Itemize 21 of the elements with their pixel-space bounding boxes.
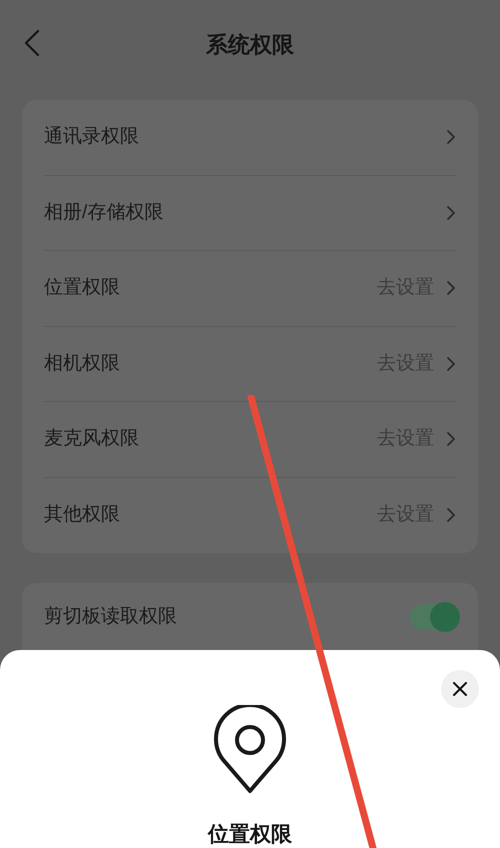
permission-label: 相机权限 <box>44 352 121 376</box>
close-icon <box>453 682 467 696</box>
chevron-right-icon <box>446 431 456 448</box>
page-title: 系统权限 <box>206 30 294 58</box>
permission-label: 位置权限 <box>44 276 121 300</box>
close-button[interactable] <box>441 670 479 708</box>
sheet-title: 位置权限 <box>208 823 292 847</box>
permission-row[interactable]: 通讯录权限 <box>44 100 456 176</box>
clipboard-label: 剪切板读取权限 <box>44 605 178 629</box>
back-icon[interactable] <box>24 29 40 57</box>
chevron-right-icon <box>446 356 456 372</box>
chevron-right-icon <box>446 204 456 221</box>
chevron-right-icon <box>446 129 456 146</box>
permission-label: 麦克风权限 <box>44 427 140 451</box>
location-pin-icon <box>214 705 286 795</box>
chevron-right-icon <box>446 280 456 296</box>
permission-label: 其他权限 <box>44 503 121 527</box>
chevron-right-icon <box>446 507 456 524</box>
permission-label: 通讯录权限 <box>44 125 140 149</box>
permission-label: 相册/存储权限 <box>44 200 164 224</box>
permission-row[interactable]: 相册/存储权限 <box>44 176 456 251</box>
